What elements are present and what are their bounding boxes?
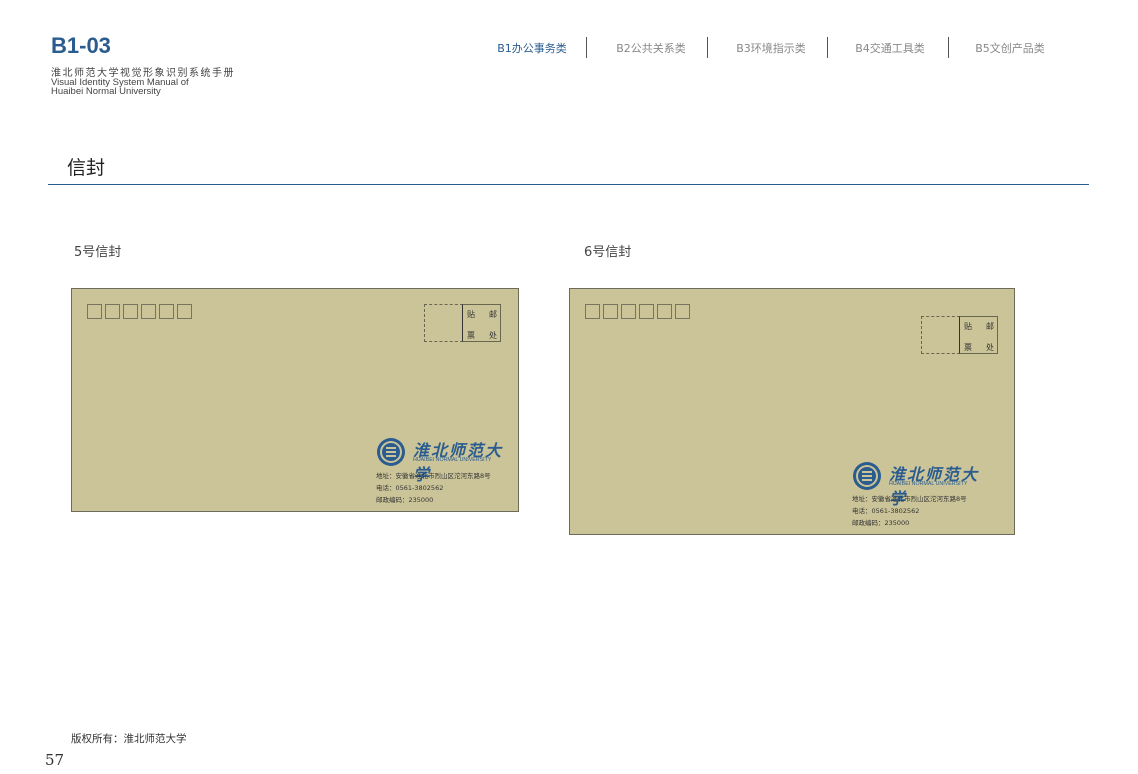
- postcode-box: [123, 304, 138, 319]
- stamp-placeholder: [921, 316, 960, 354]
- manual-title-en-line2: Huaibei Normal University: [51, 86, 161, 97]
- university-wordmark-en: HUAIBEI NORMAL UNIVERSITY: [889, 481, 968, 487]
- stamp-area: 贴 邮 票 处: [921, 316, 998, 356]
- nav-item-b3[interactable]: B3环境指示类: [727, 37, 815, 58]
- nav-item-b2[interactable]: B2公共关系类: [607, 37, 695, 58]
- sender-postcode: 邮政编码：235000: [852, 519, 910, 527]
- section-divider: [48, 184, 1089, 185]
- stamp-char: 邮: [986, 322, 994, 331]
- postcode-box: [603, 304, 618, 319]
- stamp-char: 邮: [489, 310, 497, 319]
- nav-divider: [827, 37, 828, 58]
- stamp-area: 贴 邮 票 处: [424, 304, 501, 344]
- nav-divider: [586, 37, 587, 58]
- envelope-no5: 贴 邮 票 处 淮北师范大学 HUAIBEI NORMAL UNIVERSITY…: [71, 288, 519, 512]
- university-seal-icon: [377, 438, 405, 466]
- envelope-6-label: 6号信封: [584, 245, 632, 260]
- nav-divider: [707, 37, 708, 58]
- postcode-box: [87, 304, 102, 319]
- postcode-box: [159, 304, 174, 319]
- stamp-label-box: 贴 邮 票 处: [462, 304, 501, 342]
- postcode-boxes: [585, 304, 690, 319]
- nav-item-b4[interactable]: B4交通工具类: [846, 37, 934, 58]
- envelope-5-label: 5号信封: [74, 245, 122, 260]
- sender-address: 地址：安徽省淮北市烈山区沱河东路8号: [852, 495, 967, 503]
- postcode-box: [105, 304, 120, 319]
- sender-phone: 电话：0561-3802562: [376, 484, 444, 492]
- university-seal-icon: [853, 462, 881, 490]
- sender-block: 淮北师范大学 HUAIBEI NORMAL UNIVERSITY 地址：安徽省淮…: [852, 461, 987, 531]
- manual-title-en: Visual Identity System Manual of Huaibei…: [51, 78, 189, 97]
- postcode-box: [657, 304, 672, 319]
- envelope-no6: 贴 邮 票 处 淮北师范大学 HUAIBEI NORMAL UNIVERSITY…: [569, 288, 1015, 535]
- stamp-placeholder: [424, 304, 463, 342]
- document-code: B1-03: [51, 33, 111, 58]
- sender-block: 淮北师范大学 HUAIBEI NORMAL UNIVERSITY 地址：安徽省淮…: [376, 437, 511, 507]
- sender-address: 地址：安徽省淮北市烈山区沱河东路8号: [376, 472, 491, 480]
- section-title: 信封: [67, 157, 106, 179]
- stamp-char: 票: [964, 343, 972, 352]
- postcode-boxes: [87, 304, 192, 319]
- postcode-box: [141, 304, 156, 319]
- postcode-box: [177, 304, 192, 319]
- nav-divider: [948, 37, 949, 58]
- stamp-char: 票: [467, 331, 475, 340]
- postcode-box: [675, 304, 690, 319]
- page-number: 57: [45, 751, 65, 769]
- nav-item-b1[interactable]: B1办公事务类: [488, 37, 576, 58]
- copyright-notice: 版权所有：淮北师范大学: [71, 733, 187, 745]
- stamp-label-box: 贴 邮 票 处: [959, 316, 998, 354]
- stamp-char: 贴: [964, 322, 972, 331]
- stamp-char: 处: [489, 331, 497, 340]
- nav-item-b5[interactable]: B5文创产品类: [966, 37, 1054, 58]
- postcode-box: [585, 304, 600, 319]
- sender-phone: 电话：0561-3802562: [852, 507, 920, 515]
- university-wordmark-en: HUAIBEI NORMAL UNIVERSITY: [413, 457, 492, 463]
- postcode-box: [639, 304, 654, 319]
- sender-postcode: 邮政编码：235000: [376, 496, 434, 504]
- stamp-char: 贴: [467, 310, 475, 319]
- stamp-char: 处: [986, 343, 994, 352]
- postcode-box: [621, 304, 636, 319]
